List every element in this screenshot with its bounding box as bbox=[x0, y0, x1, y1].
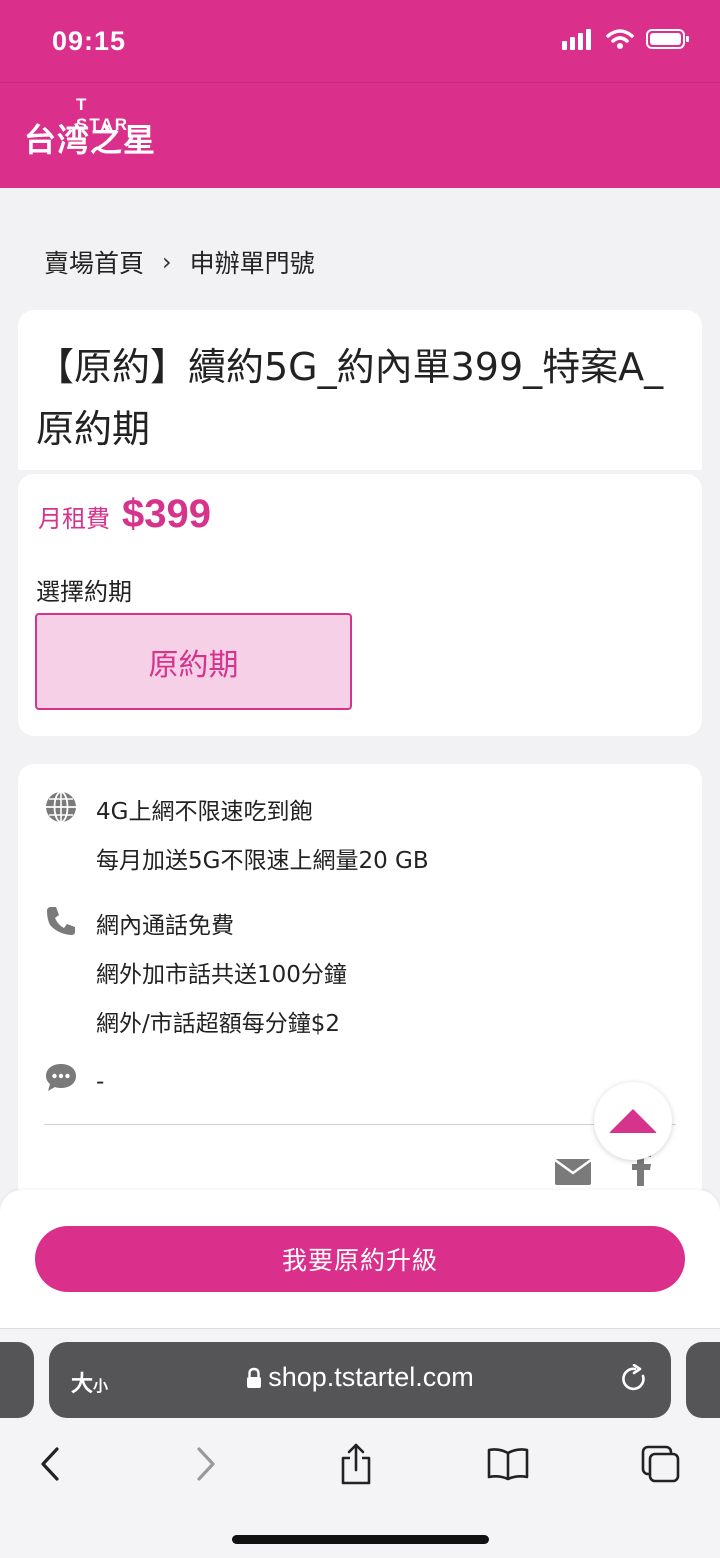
battery-icon bbox=[646, 29, 689, 49]
breadcrumb: 賣場首頁 › 申辦單門號 bbox=[44, 244, 315, 280]
logo-zh: 台湾之星 bbox=[24, 121, 157, 159]
divider bbox=[44, 1124, 676, 1125]
browser-chrome: 大小 shop.tstartel.com bbox=[0, 1328, 720, 1558]
triangle-up-icon bbox=[609, 1109, 657, 1133]
lock-icon bbox=[247, 1367, 262, 1388]
site-header: T STAR 台湾之星 bbox=[0, 82, 720, 188]
phone-icon bbox=[47, 907, 75, 935]
url-display[interactable]: shop.tstartel.com bbox=[49, 1362, 671, 1393]
feature-data: 4G上網不限速吃到飽 每月加送5G不限速上網量20 GB bbox=[44, 788, 429, 886]
feature-data-line: 4G上網不限速吃到飽 bbox=[96, 799, 313, 825]
price-value: $399 bbox=[122, 492, 211, 536]
price-row: 月租費 $399 bbox=[38, 492, 211, 537]
chat-icon bbox=[46, 1064, 76, 1091]
feature-voice-line: 網外/市話超額每分鐘$2 bbox=[96, 1011, 341, 1037]
tabs-icon bbox=[641, 1445, 680, 1483]
book-icon bbox=[487, 1448, 529, 1481]
forward-button[interactable] bbox=[181, 1439, 231, 1489]
wifi-icon bbox=[606, 29, 634, 49]
feature-voice-line: 網內通話免費 bbox=[96, 913, 234, 939]
feature-voice-line: 網外加市話共送100分鐘 bbox=[96, 962, 347, 988]
status-time: 09:15 bbox=[52, 26, 127, 56]
chevron-left-icon bbox=[41, 1447, 59, 1481]
breadcrumb-current: 申辦單門號 bbox=[189, 249, 315, 278]
signal-icon bbox=[562, 29, 591, 50]
share-icon bbox=[341, 1443, 371, 1485]
plan-title: 【原約】續約5G_約內單399_特案A_原約期 bbox=[36, 345, 664, 451]
plan-features-card: 4G上網不限速吃到飽 每月加送5G不限速上網量20 GB 網內通話免費 網外加市… bbox=[18, 764, 702, 1224]
previous-tab-preview[interactable] bbox=[0, 1342, 34, 1418]
tabs-button[interactable] bbox=[636, 1439, 686, 1489]
cta-panel: 我要原約升級 bbox=[0, 1190, 720, 1328]
share-button[interactable] bbox=[331, 1439, 381, 1489]
chevron-right-icon bbox=[197, 1447, 215, 1481]
period-option-button[interactable]: 原約期 bbox=[35, 613, 352, 710]
feature-data-line: 每月加送5G不限速上網量20 GB bbox=[96, 848, 429, 874]
next-tab-preview[interactable] bbox=[686, 1342, 720, 1418]
address-bar[interactable]: 大小 shop.tstartel.com bbox=[49, 1342, 671, 1418]
mail-icon[interactable] bbox=[554, 1158, 592, 1186]
period-label: 選擇約期 bbox=[36, 578, 132, 606]
scroll-to-top-button[interactable] bbox=[594, 1082, 672, 1160]
reload-icon[interactable] bbox=[621, 1364, 649, 1394]
status-bar: 09:15 bbox=[0, 0, 720, 82]
feature-voice: 網內通話免費 網外加市話共送100分鐘 網外/市話超額每分鐘$2 bbox=[44, 902, 347, 1049]
browser-toolbar bbox=[0, 1439, 720, 1489]
price-label: 月租費 bbox=[38, 505, 110, 533]
home-indicator bbox=[232, 1535, 489, 1544]
breadcrumb-home[interactable]: 賣場首頁 bbox=[44, 244, 144, 280]
back-button[interactable] bbox=[25, 1439, 75, 1489]
bookmarks-button[interactable] bbox=[483, 1439, 533, 1489]
plan-title-card: 【原約】續約5G_約內單399_特案A_原約期 bbox=[18, 310, 702, 470]
feature-sms-line: - bbox=[96, 1069, 105, 1095]
status-icons bbox=[562, 28, 690, 50]
breadcrumb-separator: › bbox=[162, 248, 172, 276]
globe-icon bbox=[46, 791, 76, 823]
feature-sms: - bbox=[44, 1058, 104, 1107]
plan-price-card: 月租費 $399 選擇約期 原約期 bbox=[18, 474, 702, 736]
upgrade-button[interactable]: 我要原約升級 bbox=[35, 1226, 685, 1292]
page-content: 賣場首頁 › 申辦單門號 【原約】續約5G_約內單399_特案A_原約期 月租費… bbox=[0, 188, 720, 1224]
url-text: shop.tstartel.com bbox=[268, 1362, 474, 1392]
